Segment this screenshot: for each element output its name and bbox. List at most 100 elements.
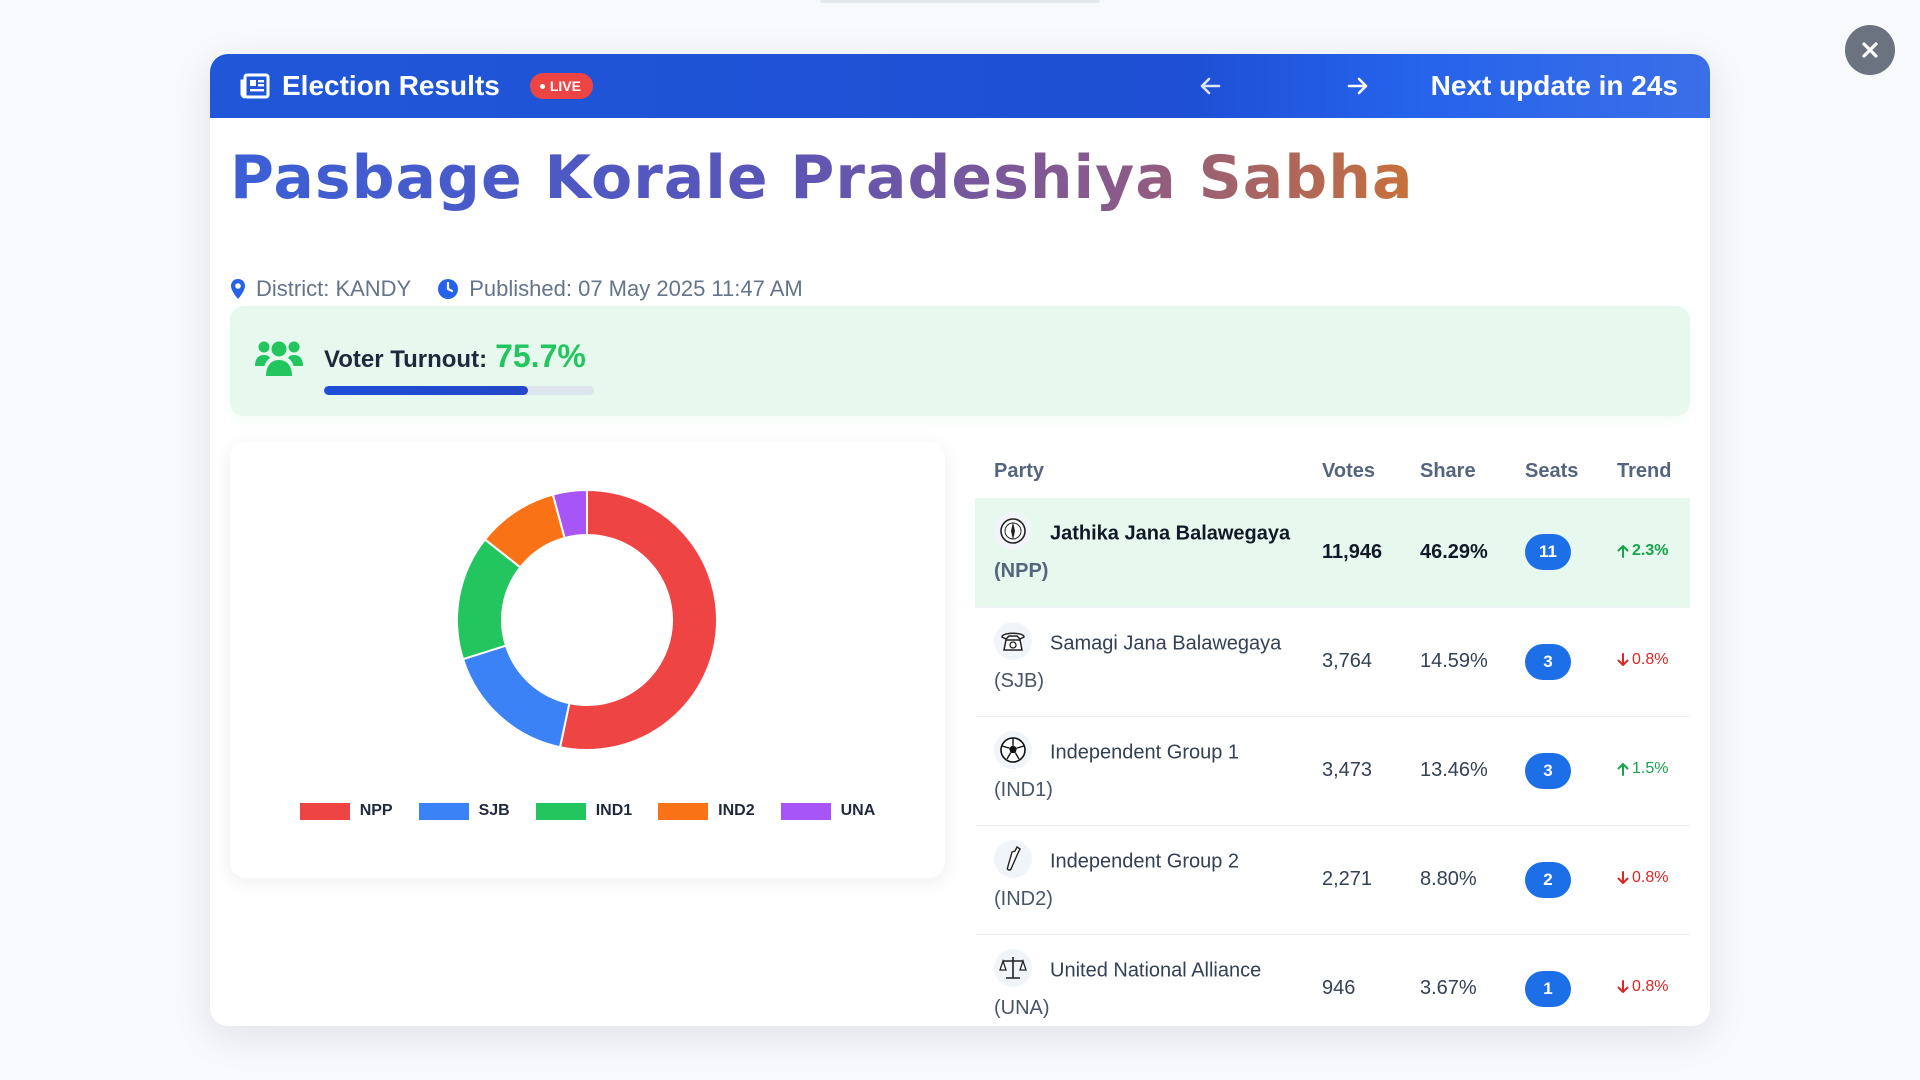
close-icon [1862,42,1878,58]
vote-share-chart-card: NPP SJB IND1 IND2 UNA [230,442,945,878]
live-dot [539,83,545,89]
column-header-party: Party [994,459,1045,482]
table-row[interactable]: Independent Group 2 (IND2) 2,271 8.80% 2 0.8… [975,825,1690,935]
votes-cell: 3,473 [1303,716,1401,826]
trend-up-icon [1617,544,1629,558]
party-abbreviation: (SJB) [994,669,1044,692]
legend-label: IND2 [718,802,755,819]
legend-label: UNA [840,802,876,819]
trend-value: 2.3% [1632,541,1669,559]
party-abbreviation: (IND2) [994,887,1053,910]
party-name: Independent Group 1 [1050,740,1240,763]
results-table-container: Party Votes Share Seats Trend Jathika Ja… [975,444,1690,1026]
legend-item-npp[interactable]: NPP [299,802,393,820]
legend-item-ind1[interactable]: IND1 [535,802,633,820]
column-header-trend: Trend [1617,459,1672,482]
column-header-seats: Seats [1525,459,1579,482]
column-header-share: Share [1420,459,1476,482]
voter-turnout-card: Voter Turnout: 75.7% [230,306,1690,416]
legend-swatch [299,802,350,820]
election-results-modal: Election Results LIVE Next update in 24s… [210,54,1710,1026]
legend-label: IND1 [595,802,633,819]
legend-item-sjb[interactable]: SJB [418,802,510,820]
share-cell: 46.29% [1401,498,1506,608]
legend-item-ind2[interactable]: IND2 [658,802,755,820]
trend-down-icon [1617,871,1629,884]
map-pin-icon [231,279,245,299]
trend-cell: 2.3% [1598,498,1690,608]
column-header-votes: Votes [1322,459,1375,482]
table-row[interactable]: Independent Group 1 (IND1) 3,473 13.46% 3 1.… [975,716,1690,826]
party-cell: Independent Group 2 (IND2) [975,825,1303,935]
trend-up-icon [1617,763,1629,776]
page-title: Pasbage Korale Pradeshiya Sabha [230,143,1414,213]
turnout-progress-bar [324,386,594,395]
party-abbreviation: (NPP) [994,560,1049,583]
trend-value: 0.8% [1632,978,1669,995]
turnout-label: Voter Turnout: 75.7% [324,338,586,375]
seats-cell: 3 [1506,716,1598,826]
next-button[interactable] [1343,71,1373,101]
turnout-value: 75.7% [495,338,586,374]
trend-indicator: 2.3% [1617,542,1668,560]
trend-indicator: 1.5% [1617,760,1668,778]
trend-value: 0.8% [1632,651,1669,668]
turnout-label-text: Voter Turnout: [324,346,488,373]
arrow-left-icon [1200,77,1221,95]
close-button[interactable] [1845,25,1895,75]
trend-value: 0.8% [1632,869,1669,886]
trend-value: 1.5% [1632,760,1669,777]
legend-label: NPP [359,802,393,819]
party-cell: United National Alliance (UNA) [975,934,1303,1026]
seat-count-badge: 2 [1525,861,1571,898]
live-badge: LIVE [529,73,593,99]
seat-count-badge: 3 [1525,643,1571,680]
party-name: Independent Group 2 [1050,849,1240,872]
donut-slice-sjb[interactable] [461,644,571,749]
party-cell: Jathika Jana Balawegaya (NPP) [975,498,1303,608]
share-cell: 13.46% [1401,716,1506,826]
trend-down-icon [1617,980,1629,993]
previous-button[interactable] [1195,71,1225,101]
trend-indicator: 0.8% [1617,869,1668,887]
legend-swatch [658,802,709,820]
seats-cell: 2 [1506,825,1598,935]
share-cell: 3.67% [1401,934,1506,1026]
legend-label: SJB [478,802,510,819]
trend-down-icon [1617,653,1629,666]
share-cell: 14.59% [1401,607,1506,717]
trend-indicator: 0.8% [1617,978,1668,996]
table-header-row: Party Votes Share Seats Trend [975,444,1690,498]
header-title: Election Results [240,70,500,102]
seat-count-badge: 1 [1525,970,1571,1007]
clock-icon [438,279,459,299]
table-row[interactable]: United National Alliance (UNA) 946 3.67% 1 0… [975,934,1690,1026]
published-text: Published: 07 May 2025 11:47 AM [469,276,803,301]
party-name: Jathika Jana Balawegaya [1050,522,1291,545]
trend-indicator: 0.8% [1617,651,1668,669]
chart-legend: NPP SJB IND1 IND2 UNA [230,802,945,820]
trend-cell: 0.8% [1598,825,1690,935]
trend-cell: 0.8% [1598,934,1690,1026]
legend-swatch [418,802,469,820]
header-title-text: Election Results [282,70,500,101]
party-abbreviation: (UNA) [994,996,1050,1019]
modal-header: Election Results LIVE Next update in 24s [210,54,1710,118]
votes-cell: 2,271 [1303,825,1401,935]
district-info: District: KANDY [230,276,411,302]
legend-item-una[interactable]: UNA [780,802,876,820]
newspaper-icon [240,73,270,99]
seat-count-badge: 3 [1525,752,1571,789]
table-row[interactable]: Samagi Jana Balawegaya (SJB) 3,764 14.59% 3… [975,607,1690,717]
share-cell: 8.80% [1401,825,1506,935]
legend-swatch [535,802,586,820]
seats-cell: 3 [1506,607,1598,717]
telephone-icon [994,621,1032,660]
table-row[interactable]: Jathika Jana Balawegaya (NPP) 11,946 46.29… [975,498,1690,608]
published-info: Published: 07 May 2025 11:47 AM [437,276,803,302]
compass-icon [994,512,1032,551]
party-abbreviation: (IND1) [994,778,1053,801]
party-cell: Samagi Jana Balawegaya (SJB) [975,607,1303,717]
turnout-progress-fill [324,386,529,395]
users-icon [254,338,304,385]
